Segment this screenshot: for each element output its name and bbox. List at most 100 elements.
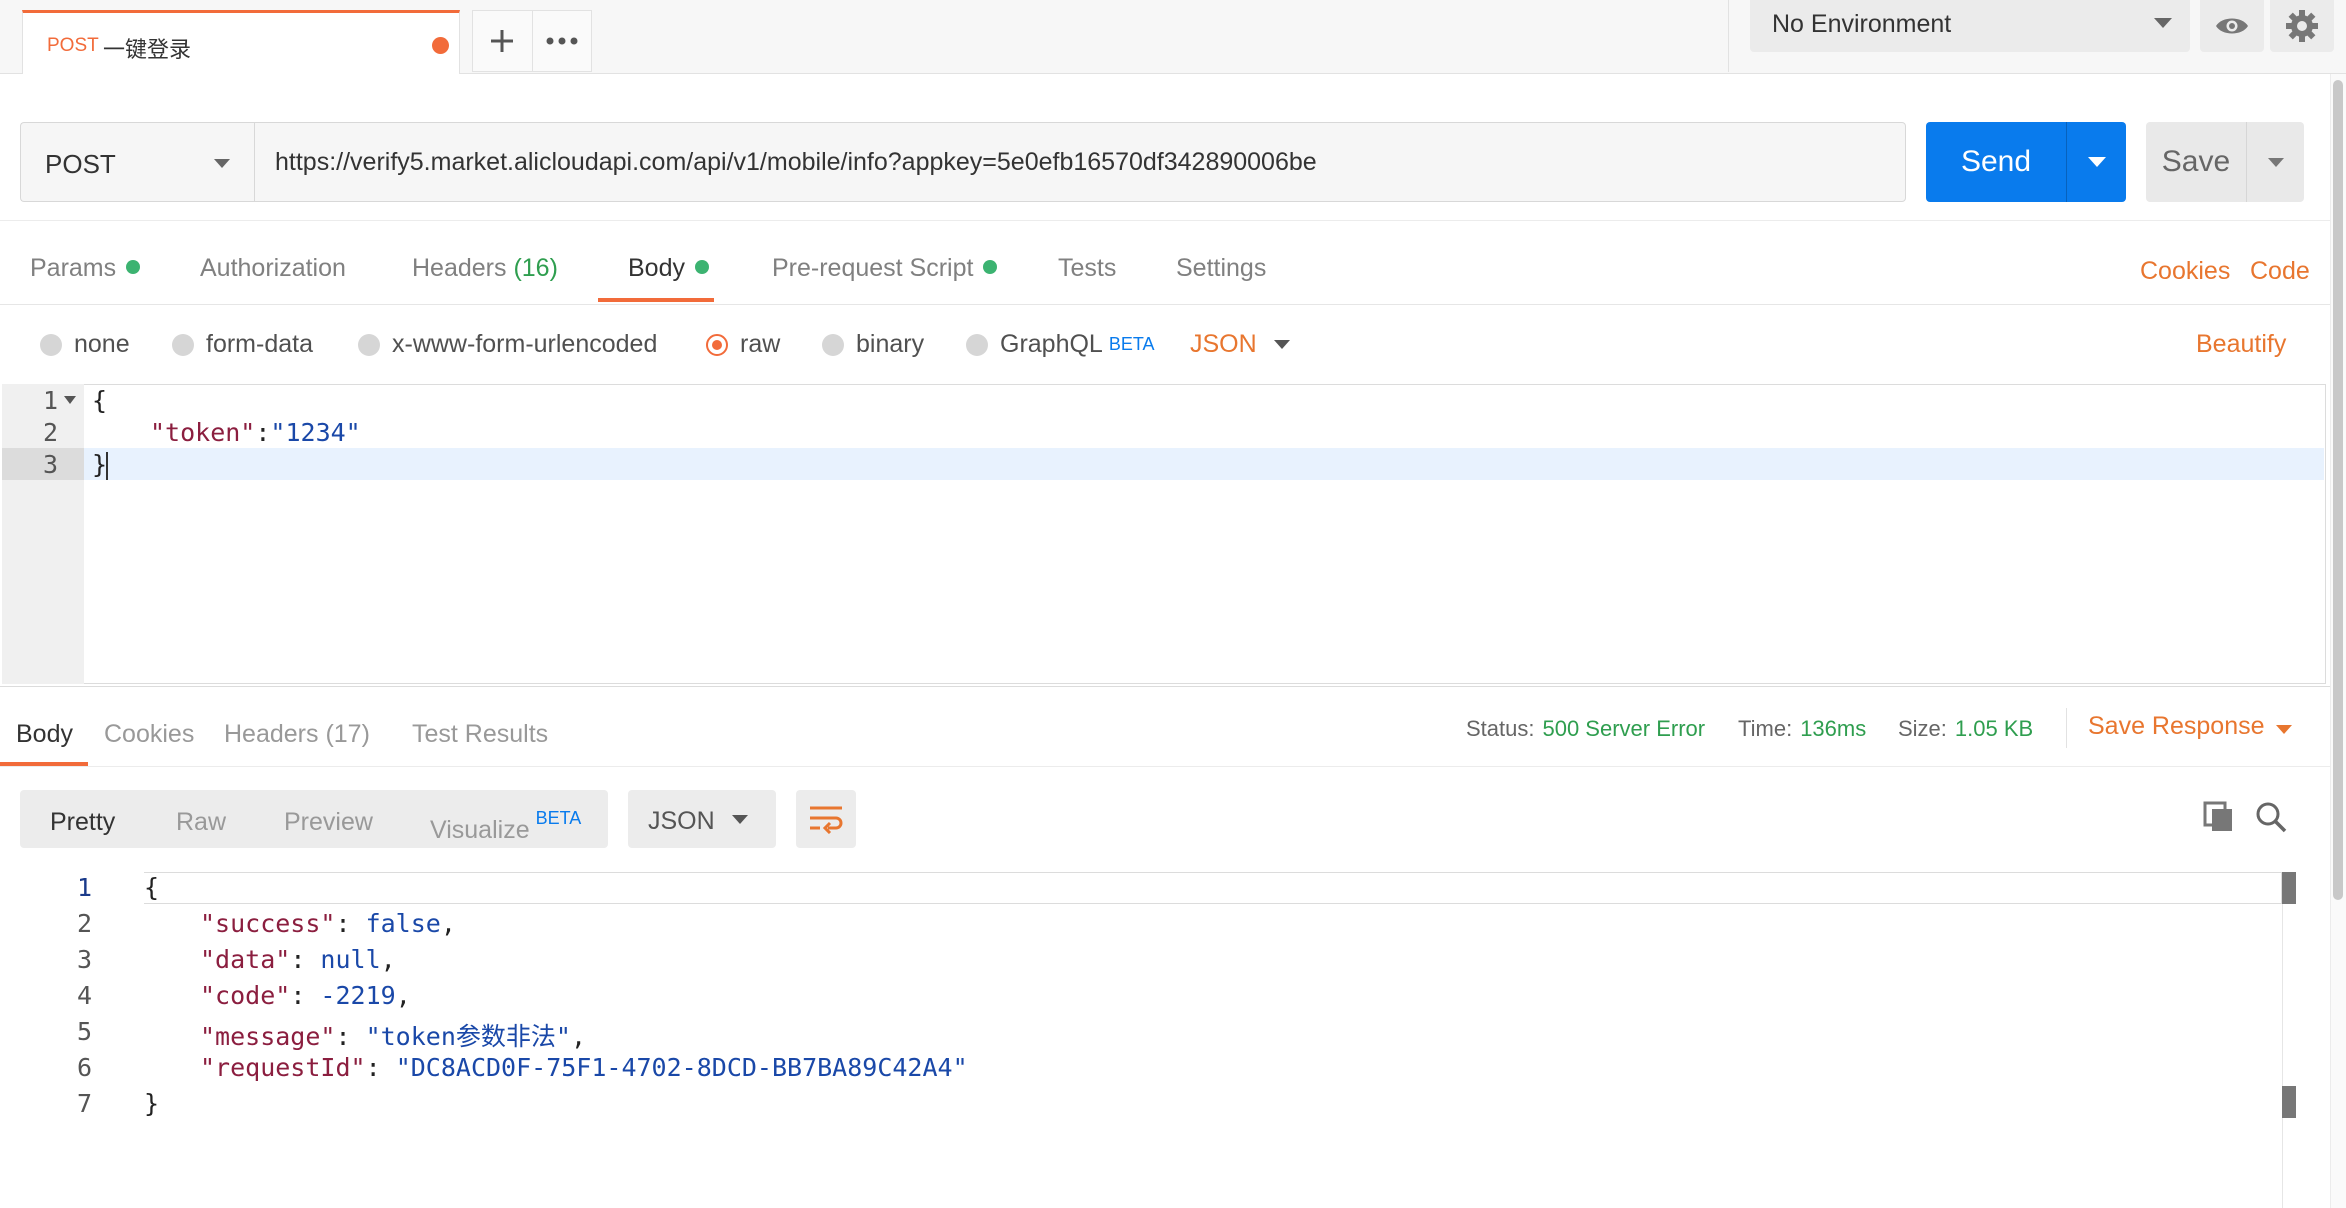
divider [0, 220, 2330, 221]
view-pretty-button[interactable]: Pretty [50, 808, 115, 837]
json-colon: : [255, 418, 271, 447]
send-options-button[interactable] [2066, 122, 2126, 202]
body-type-urlencoded[interactable]: x-www-form-urlencoded [358, 330, 657, 359]
time-value: 136ms [1800, 716, 1867, 741]
url-input[interactable] [254, 122, 1906, 202]
environment-select[interactable]: No Environment [1750, 0, 2190, 52]
save-button[interactable]: Save [2146, 122, 2246, 202]
line-number: 3 [42, 450, 58, 479]
code-line: { [92, 386, 108, 415]
chevron-down-icon[interactable] [2276, 725, 2292, 734]
body-format-select[interactable]: JSON [1190, 330, 1257, 359]
search-icon[interactable] [2254, 800, 2288, 834]
code-line: "message": "token参数非法", [200, 1022, 586, 1051]
response-tab-body[interactable]: Body [16, 720, 73, 749]
view-preview-button[interactable]: Preview [284, 808, 373, 837]
beta-badge: BETA [535, 808, 582, 828]
chevron-down-icon[interactable] [1274, 340, 1290, 349]
text-cursor [106, 452, 108, 480]
scrollbar-marker [2282, 872, 2296, 904]
tab-settings[interactable]: Settings [1176, 254, 1266, 283]
body-type-raw-label: raw [740, 330, 781, 358]
body-type-binary-label: binary [856, 330, 925, 358]
response-tab-headers-count: (17) [325, 720, 370, 748]
body-type-raw[interactable]: raw [706, 330, 780, 359]
json-key: "message" [200, 1022, 336, 1051]
code-line: } [144, 1089, 160, 1118]
json-key: "requestId" [200, 1053, 366, 1082]
tab-headers[interactable]: Headers (16) [412, 254, 558, 283]
status-value: 500 Server Error [1542, 716, 1706, 741]
wrap-lines-button[interactable] [796, 790, 856, 848]
code-line: "success": false, [200, 909, 456, 938]
tab-actions [472, 10, 592, 72]
status-info[interactable]: Status: 500 Server Error [1466, 716, 1705, 742]
response-format-label: JSON [648, 807, 715, 835]
code-link[interactable]: Code [2250, 257, 2310, 286]
tab-params[interactable]: Params [30, 254, 141, 283]
tab-authorization[interactable]: Authorization [200, 254, 346, 283]
environment-label: No Environment [1772, 10, 1952, 38]
response-tab-headers[interactable]: Headers (17) [224, 720, 370, 749]
body-type-graphql[interactable]: GraphQL BETA [966, 330, 1155, 359]
body-type-none-label: none [74, 330, 130, 358]
body-type-none[interactable]: none [40, 330, 130, 359]
line-number: 5 [76, 1017, 92, 1046]
tab-body[interactable]: Body [628, 254, 709, 283]
body-type-binary[interactable]: binary [822, 330, 924, 359]
code-line: "requestId": "DC8ACD0F-75F1-4702-8DCD-BB… [200, 1053, 968, 1082]
radio-icon [40, 333, 62, 356]
more-tabs-button[interactable] [531, 11, 591, 71]
page-scrollbar-thumb[interactable] [2333, 80, 2343, 900]
divider [0, 686, 2330, 687]
send-button[interactable]: Send [1926, 122, 2066, 202]
json-key: "code" [200, 981, 291, 1010]
method-select[interactable]: POST [20, 122, 254, 202]
view-raw-button[interactable]: Raw [176, 808, 226, 837]
environment-quick-look-button[interactable] [2200, 0, 2264, 52]
fold-arrow-icon[interactable] [64, 396, 76, 404]
line-number: 1 [76, 873, 92, 902]
json-key: "token" [150, 418, 256, 447]
beautify-link[interactable]: Beautify [2196, 330, 2286, 359]
json-key: "success" [200, 909, 336, 938]
response-tab-cookies[interactable]: Cookies [104, 720, 194, 749]
settings-button[interactable] [2270, 0, 2334, 52]
line-number: 3 [76, 945, 92, 974]
radio-icon [358, 333, 380, 356]
tab-tests[interactable]: Tests [1058, 254, 1116, 283]
json-value: null [320, 945, 381, 974]
json-value: "1234" [270, 418, 361, 447]
response-format-select[interactable]: JSON [628, 790, 776, 848]
response-scrollbar[interactable] [2282, 872, 2298, 1208]
new-tab-button[interactable] [473, 11, 532, 71]
response-tab-test-results[interactable]: Test Results [412, 720, 548, 749]
unsaved-dot-icon [432, 37, 449, 54]
body-type-form-data[interactable]: form-data [172, 330, 313, 359]
gear-icon [2286, 10, 2318, 42]
time-info[interactable]: Time: 136ms [1738, 716, 1866, 742]
body-type-urlencoded-label: x-www-form-urlencoded [392, 330, 658, 358]
active-line-highlight [144, 872, 2282, 904]
status-dot-icon [694, 260, 709, 274]
view-visualize-button[interactable]: Visualize BETA [430, 808, 581, 845]
divider [2066, 708, 2067, 748]
tab-prerequest-label: Pre-request Script [772, 254, 974, 282]
tab-prerequest-script[interactable]: Pre-request Script [772, 254, 998, 283]
size-info[interactable]: Size: 1.05 KB [1898, 716, 2033, 742]
status-dot-icon [126, 260, 141, 274]
eye-icon [2216, 18, 2248, 34]
copy-icon[interactable] [2202, 800, 2236, 834]
beta-badge: BETA [1108, 334, 1155, 354]
active-tab-indicator [598, 298, 714, 302]
json-trail: , [570, 1022, 586, 1051]
save-response-button[interactable]: Save Response [2088, 712, 2265, 741]
save-options-button[interactable] [2246, 122, 2304, 202]
wrap-lines-icon [810, 806, 843, 834]
code-line: "data": null, [200, 945, 396, 974]
request-tab[interactable]: POST 一键登录 [22, 10, 460, 74]
size-value: 1.05 KB [1954, 716, 2034, 741]
tab-body-label: Body [628, 254, 685, 282]
radio-icon [822, 333, 844, 356]
cookies-link[interactable]: Cookies [2140, 257, 2230, 286]
